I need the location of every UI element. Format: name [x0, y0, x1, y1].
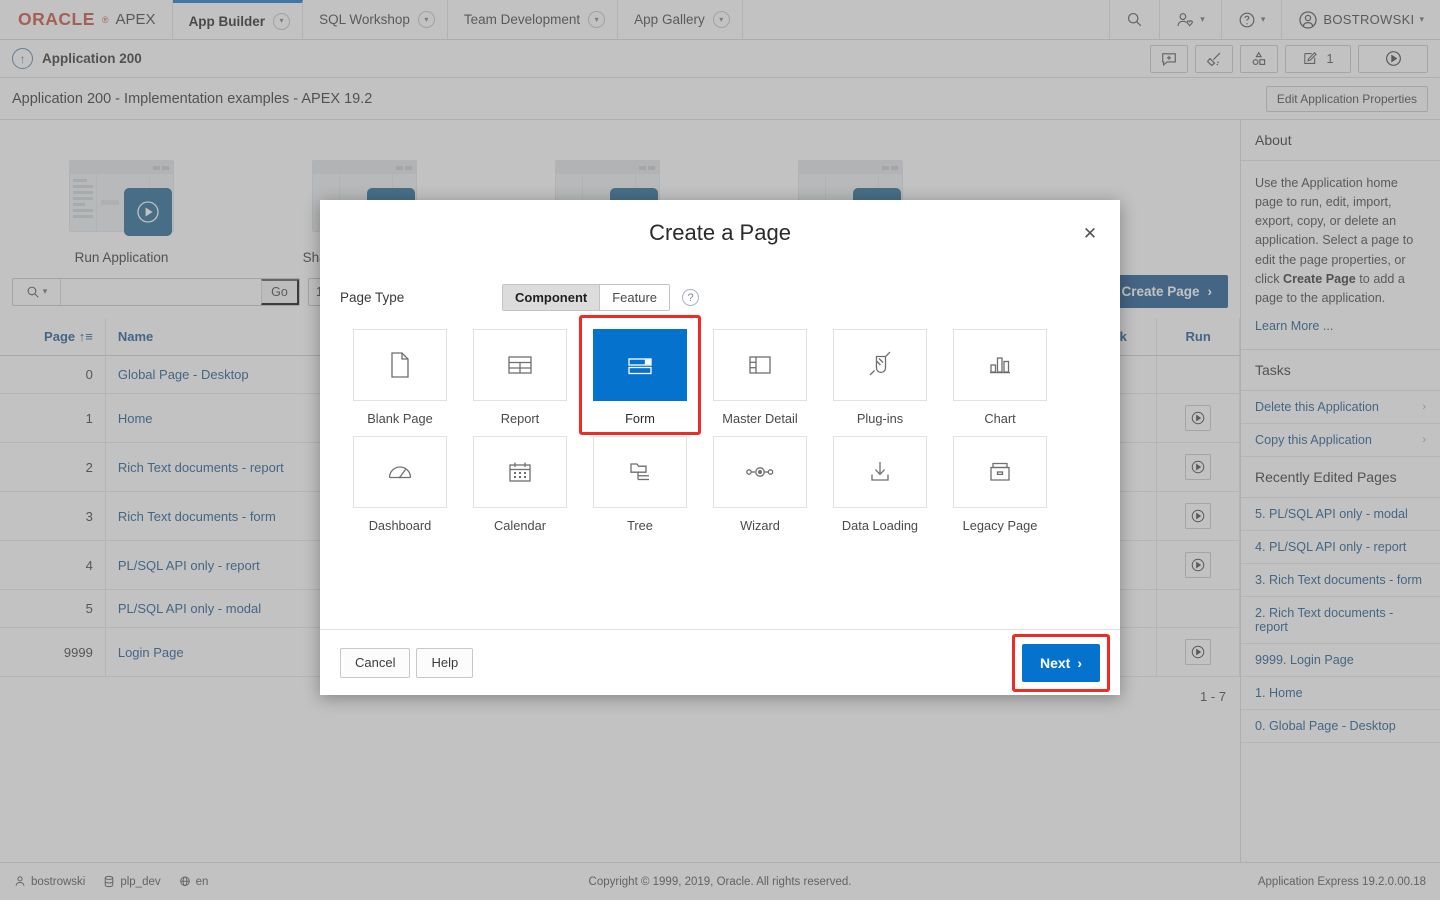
- gauge-icon: [383, 455, 417, 489]
- card-label: Calendar: [473, 508, 567, 533]
- next-label: Next: [1040, 655, 1070, 671]
- card-label: Chart: [953, 401, 1047, 426]
- page-type-label: Page Type: [340, 290, 502, 305]
- card-cell: Tree: [580, 436, 700, 543]
- page-type-card-grid: Blank Page Report: [340, 329, 1100, 543]
- card-label: Report: [473, 401, 567, 426]
- segment-feature[interactable]: Feature: [599, 285, 669, 310]
- card-label: Legacy Page: [953, 508, 1047, 533]
- card-dashboard[interactable]: Dashboard: [353, 436, 447, 533]
- card-cell: Report: [460, 329, 580, 436]
- close-icon[interactable]: ✕: [1078, 222, 1102, 246]
- card-label: Plug-ins: [833, 401, 927, 426]
- card-icon-box: [713, 329, 807, 401]
- card-label: Form: [593, 401, 687, 426]
- form-icon: [623, 348, 657, 382]
- wizard-steps-icon: [741, 455, 779, 489]
- apex-app-builder-screen: ORACLE® APEX App Builder ▾ SQL Workshop …: [0, 0, 1440, 900]
- card-cell: Data Loading: [820, 436, 940, 543]
- download-tray-icon: [863, 455, 897, 489]
- card-tree[interactable]: Tree: [593, 436, 687, 533]
- next-button-wrapper: Next ›: [1022, 644, 1100, 682]
- card-label: Dashboard: [353, 508, 447, 533]
- page-type-segmented-control: Component Feature: [502, 284, 670, 311]
- card-plug-ins[interactable]: Plug-ins: [833, 329, 927, 426]
- card-icon-box: [593, 329, 687, 401]
- calendar-icon: [503, 455, 537, 489]
- next-button[interactable]: Next ›: [1022, 644, 1100, 682]
- master-detail-icon: [743, 348, 777, 382]
- card-wizard[interactable]: Wizard: [713, 436, 807, 533]
- dialog-footer: Cancel Help Next ›: [320, 629, 1120, 695]
- create-page-dialog: Create a Page ✕ Page Type Component Feat…: [320, 200, 1120, 695]
- page-type-row: Page Type Component Feature ?: [340, 276, 1100, 329]
- card-label: Wizard: [713, 508, 807, 533]
- card-label: Master Detail: [713, 401, 807, 426]
- card-cell: Form: [580, 329, 700, 436]
- card-form[interactable]: Form: [593, 329, 687, 426]
- tree-icon: [623, 455, 657, 489]
- card-icon-box: [353, 329, 447, 401]
- card-cell: Plug-ins: [820, 329, 940, 436]
- dialog-body: Page Type Component Feature ?: [320, 266, 1120, 629]
- chevron-right-icon: ›: [1077, 655, 1082, 671]
- card-data-loading[interactable]: Data Loading: [833, 436, 927, 533]
- card-cell: Blank Page: [340, 329, 460, 436]
- plug-icon: [863, 348, 897, 382]
- help-circle-icon[interactable]: ?: [682, 289, 699, 306]
- card-icon-box: [713, 436, 807, 508]
- card-icon-box: [833, 436, 927, 508]
- card-cell: Master Detail: [700, 329, 820, 436]
- help-button[interactable]: Help: [416, 648, 473, 678]
- card-icon-box: [593, 436, 687, 508]
- blank-page-icon: [383, 348, 417, 382]
- card-cell: Calendar: [460, 436, 580, 543]
- dialog-header: Create a Page ✕: [320, 200, 1120, 266]
- card-chart[interactable]: Chart: [953, 329, 1047, 426]
- bar-chart-icon: [983, 348, 1017, 382]
- card-calendar[interactable]: Calendar: [473, 436, 567, 533]
- card-icon-box: [953, 329, 1047, 401]
- cancel-button[interactable]: Cancel: [340, 648, 410, 678]
- card-icon-box: [953, 436, 1047, 508]
- card-legacy-page[interactable]: Legacy Page: [953, 436, 1047, 533]
- card-icon-box: [473, 329, 567, 401]
- card-label: Blank Page: [353, 401, 447, 426]
- card-cell: Wizard: [700, 436, 820, 543]
- card-icon-box: [473, 436, 567, 508]
- card-cell: Chart: [940, 329, 1060, 436]
- card-icon-box: [353, 436, 447, 508]
- dialog-title: Create a Page: [649, 220, 791, 246]
- card-master-detail[interactable]: Master Detail: [713, 329, 807, 426]
- card-cell: Dashboard: [340, 436, 460, 543]
- card-label: Data Loading: [833, 508, 927, 533]
- report-table-icon: [503, 348, 537, 382]
- card-label: Tree: [593, 508, 687, 533]
- card-icon-box: [833, 329, 927, 401]
- card-cell: Legacy Page: [940, 436, 1060, 543]
- card-report[interactable]: Report: [473, 329, 567, 426]
- archive-box-icon: [983, 455, 1017, 489]
- card-blank-page[interactable]: Blank Page: [353, 329, 447, 426]
- segment-component[interactable]: Component: [503, 285, 599, 310]
